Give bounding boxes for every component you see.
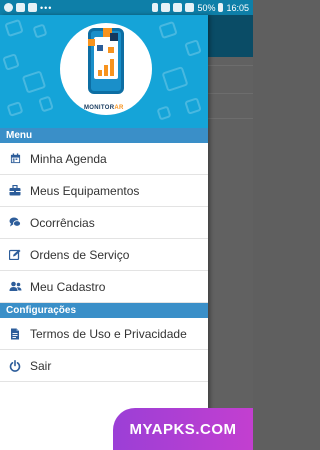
pattern-decoration xyxy=(6,101,24,117)
document-icon xyxy=(0,328,30,340)
users-icon xyxy=(0,281,30,292)
watermark-banner: MYAPKS.COM xyxy=(113,408,253,450)
youtube-icon xyxy=(16,3,25,12)
background-divider xyxy=(208,65,253,66)
chat-icon xyxy=(0,217,30,228)
mail-icon xyxy=(28,3,37,12)
power-icon xyxy=(0,359,30,372)
pattern-decoration xyxy=(2,53,20,71)
pattern-decoration xyxy=(184,97,202,115)
section-header-menu: Menu xyxy=(0,128,208,143)
background-divider xyxy=(208,93,253,94)
battery-icon xyxy=(218,3,224,12)
calendar-icon xyxy=(0,153,30,164)
menu-item-meu-cadastro[interactable]: Meu Cadastro xyxy=(0,271,208,303)
edit-icon xyxy=(0,249,30,260)
clock: 16:05 xyxy=(226,2,249,13)
menu-item-minha-agenda[interactable]: Minha Agenda xyxy=(0,143,208,175)
bluetooth-icon xyxy=(152,3,159,12)
battery-level: 50% xyxy=(197,2,216,13)
menu-item-ordens-de-servico[interactable]: Ordens de Serviço xyxy=(0,239,208,271)
pattern-decoration xyxy=(4,18,24,38)
menu-item-label: Termos de Uso e Privacidade xyxy=(30,326,187,341)
pattern-decoration xyxy=(156,105,172,121)
pattern-decoration xyxy=(32,23,48,39)
menu-item-meus-equipamentos[interactable]: Meus Equipamentos xyxy=(0,175,208,207)
wifi-icon xyxy=(173,3,183,12)
pattern-decoration xyxy=(161,66,189,92)
pattern-decoration xyxy=(38,95,54,113)
signal-icon xyxy=(185,3,195,12)
drawer-header: MONITORAR xyxy=(0,15,208,128)
background-app-bar xyxy=(208,15,253,57)
menu-item-label: Meus Equipamentos xyxy=(30,183,140,198)
menu-item-termos-de-uso[interactable]: Termos de Uso e Privacidade xyxy=(0,318,208,350)
pattern-decoration xyxy=(158,20,178,40)
menu-item-ocorrencias[interactable]: Ocorrências xyxy=(0,207,208,239)
background-app-scrim[interactable] xyxy=(208,15,253,450)
pattern-decoration xyxy=(21,70,47,94)
menu-item-sair[interactable]: Sair xyxy=(0,350,208,382)
whatsapp-icon xyxy=(4,3,13,12)
menu-item-label: Meu Cadastro xyxy=(30,279,106,294)
pattern-decoration xyxy=(184,39,202,57)
menu-item-label: Ocorrências xyxy=(30,215,95,230)
section-header-configuracoes: Configurações xyxy=(0,303,208,318)
toolbox-icon xyxy=(0,185,30,196)
more-notifications-icon: ••• xyxy=(40,2,53,13)
mute-icon xyxy=(161,3,171,12)
status-bar: ••• 50% 16:05 xyxy=(0,0,253,15)
menu-item-label: Sair xyxy=(30,358,52,373)
menu-item-label: Ordens de Serviço xyxy=(30,247,130,262)
navigation-drawer: MONITORAR Menu Minha Agenda Meus Equipam… xyxy=(0,15,208,450)
logo-wordmark: MONITORAR xyxy=(84,105,124,111)
app-logo-icon xyxy=(88,28,124,94)
background-divider xyxy=(208,118,253,119)
menu-item-label: Minha Agenda xyxy=(30,151,107,166)
